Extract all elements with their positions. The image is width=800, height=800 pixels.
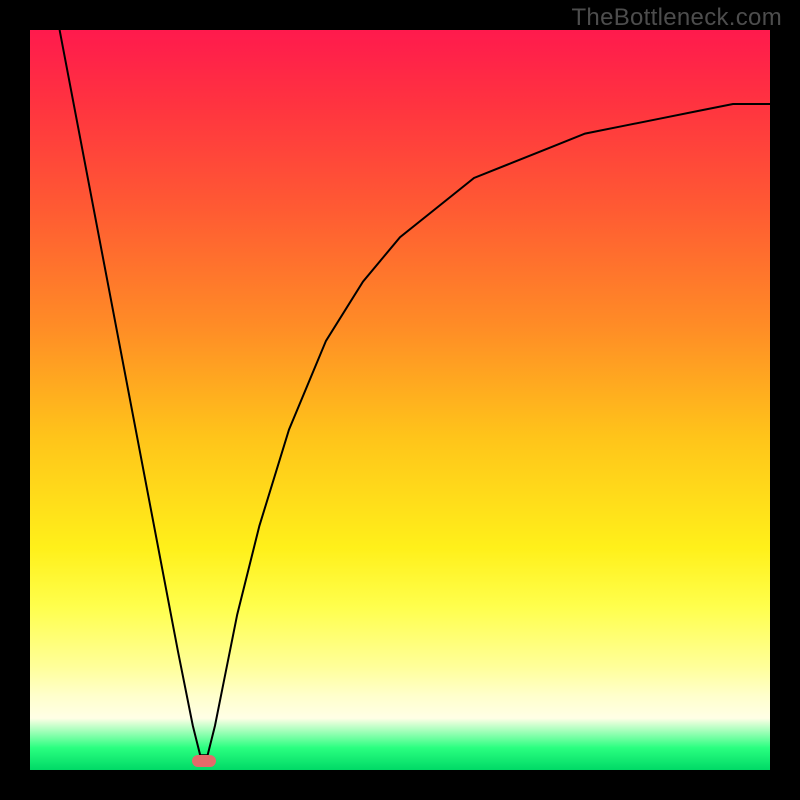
chart-plot-area xyxy=(30,30,770,770)
bottleneck-curve-path xyxy=(60,30,770,755)
optimal-point-marker xyxy=(192,755,216,767)
curve-svg xyxy=(30,30,770,770)
watermark-text: TheBottleneck.com xyxy=(571,4,782,32)
chart-frame: TheBottleneck.com xyxy=(0,0,800,800)
